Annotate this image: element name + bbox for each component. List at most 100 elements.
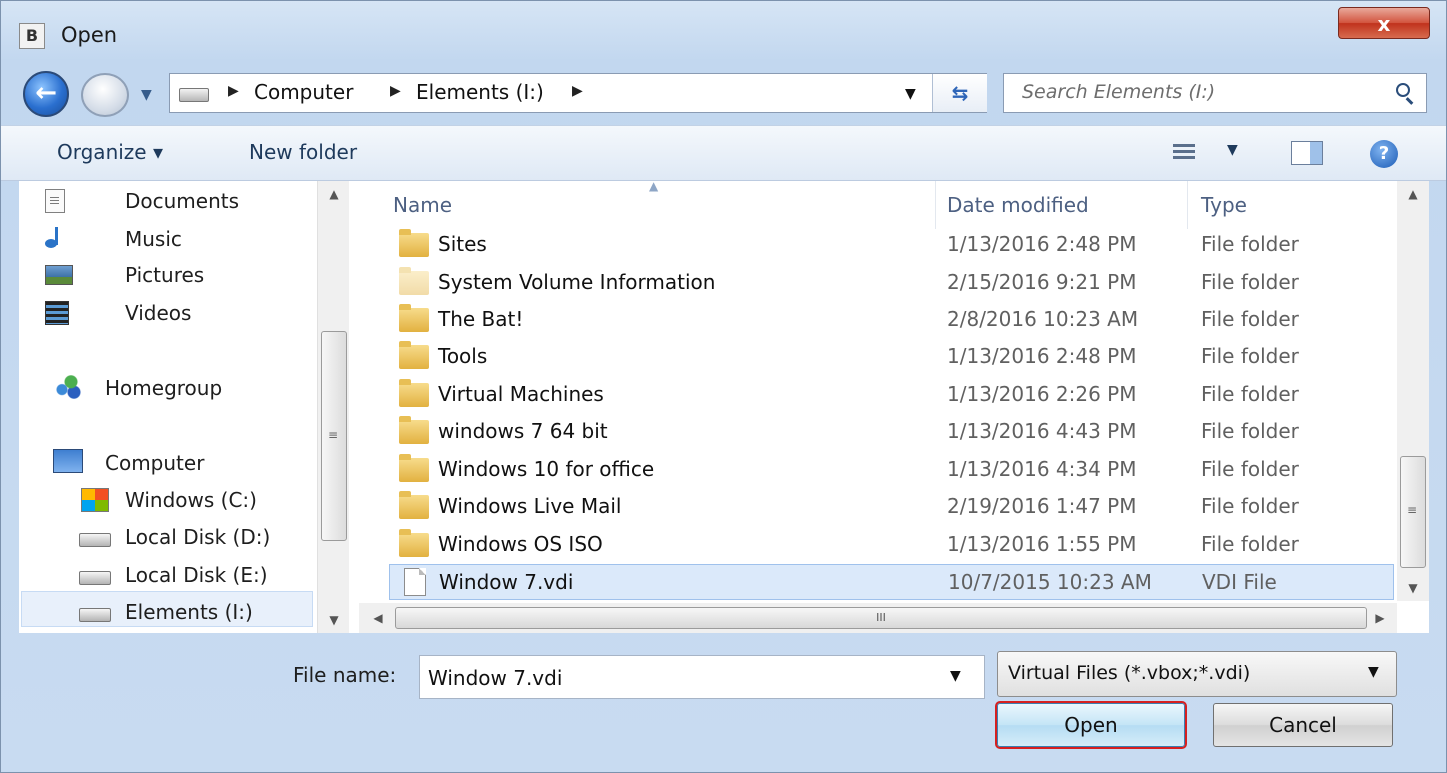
file-date: 2/8/2016 10:23 AM <box>947 307 1139 331</box>
file-name: Tools <box>438 344 488 368</box>
nav-scrollbar[interactable]: ▲ ≡ ▼ <box>317 181 350 633</box>
file-type-filter-value: Virtual Files (*.vbox;*.vdi) <box>1008 662 1251 684</box>
column-header-date[interactable]: Date modified <box>947 185 1089 225</box>
history-dropdown-icon[interactable]: ▼ <box>141 87 152 103</box>
file-row-windows-10-for-office[interactable]: Windows 10 for office 1/13/2016 4:34 PM … <box>389 452 1394 488</box>
file-list-vertical-scrollbar[interactable]: ▲ ≡ ▼ <box>1397 181 1429 601</box>
file-name: The Bat! <box>438 307 524 331</box>
file-name-combobox[interactable]: Window 7.vdi ▼ <box>419 655 985 699</box>
nav-item-documents[interactable]: Documents <box>45 189 239 213</box>
scroll-down-icon[interactable]: ▼ <box>318 607 350 633</box>
file-name: Virtual Machines <box>438 382 604 406</box>
file-row-windows-7-64-bit[interactable]: windows 7 64 bit 1/13/2016 4:43 PM File … <box>389 414 1394 450</box>
scroll-down-icon[interactable]: ▼ <box>1397 575 1429 601</box>
file-row-windows-live-mail[interactable]: Windows Live Mail 2/19/2016 1:47 PM File… <box>389 489 1394 525</box>
file-name-input[interactable]: Window 7.vdi <box>428 666 562 690</box>
scroll-up-icon[interactable]: ▲ <box>318 181 350 207</box>
file-list-horizontal-scrollbar[interactable]: ◀ III ▶ <box>359 603 1397 633</box>
file-name: Windows OS ISO <box>438 532 603 556</box>
file-type: File folder <box>1201 344 1299 368</box>
scroll-up-icon[interactable]: ▲ <box>1397 181 1429 207</box>
file-row-virtual-machines[interactable]: Virtual Machines 1/13/2016 2:26 PM File … <box>389 377 1394 413</box>
open-button[interactable]: Open <box>995 701 1187 749</box>
forward-button[interactable] <box>81 73 129 117</box>
nav-item-windows-c[interactable]: Windows (C:) <box>81 488 257 512</box>
file-name-label: File name: <box>293 663 397 687</box>
column-divider[interactable] <box>1187 181 1188 229</box>
chevron-right-icon[interactable]: ▶ <box>572 83 583 99</box>
filter-dropdown-icon[interactable]: ▼ <box>1368 664 1379 680</box>
dialog-footer: File name: Window 7.vdi ▼ Virtual Files … <box>1 633 1446 773</box>
column-header-type[interactable]: Type <box>1201 185 1247 225</box>
horizontal-scroll-thumb[interactable]: III <box>395 607 1367 629</box>
file-row-window-7-vdi[interactable]: Window 7.vdi 10/7/2015 10:23 AM VDI File <box>389 564 1394 600</box>
file-type-filter[interactable]: Virtual Files (*.vbox;*.vdi) ▼ <box>997 651 1397 697</box>
nav-item-local-disk-d[interactable]: Local Disk (D:) <box>79 525 271 549</box>
nav-item-label: Elements (I:) <box>125 600 253 624</box>
nav-item-label: Computer <box>105 451 205 475</box>
nav-item-label: Windows (C:) <box>125 488 257 512</box>
nav-item-computer[interactable]: Computer <box>53 449 205 475</box>
folder-icon <box>399 341 429 369</box>
scroll-right-icon[interactable]: ▶ <box>1367 603 1393 633</box>
folder-icon <box>399 304 429 332</box>
nav-item-local-disk-e[interactable]: Local Disk (E:) <box>79 563 268 587</box>
address-dropdown-icon[interactable]: ▼ <box>905 86 916 102</box>
file-name-dropdown-icon[interactable]: ▼ <box>950 668 961 684</box>
file-row-windows-os-iso[interactable]: Windows OS ISO 1/13/2016 1:55 PM File fo… <box>389 527 1394 563</box>
pictures-icon <box>45 265 73 285</box>
file-row-the-bat[interactable]: The Bat! 2/8/2016 10:23 AM File folder <box>389 302 1394 338</box>
nav-item-videos[interactable]: Videos <box>45 301 192 325</box>
search-icon[interactable] <box>1396 83 1410 97</box>
column-divider[interactable] <box>935 181 936 229</box>
nav-item-label: Local Disk (D:) <box>125 525 271 549</box>
nav-item-label: Videos <box>125 301 192 325</box>
views-dropdown-icon[interactable]: ▼ <box>1227 142 1238 158</box>
folder-icon <box>399 229 429 257</box>
chevron-right-icon[interactable]: ▶ <box>390 83 401 99</box>
close-button[interactable]: x <box>1338 7 1430 39</box>
views-icon[interactable] <box>1173 144 1195 162</box>
windows-drive-icon <box>81 488 109 512</box>
refresh-button[interactable]: ⇆ <box>932 74 987 112</box>
file-date: 10/7/2015 10:23 AM <box>948 570 1152 594</box>
file-list-scroll-thumb[interactable]: ≡ <box>1400 456 1426 568</box>
homegroup-icon <box>53 374 83 400</box>
cancel-button[interactable]: Cancel <box>1213 703 1393 747</box>
scroll-left-icon[interactable]: ◀ <box>365 603 391 633</box>
open-dialog: B Open x ← ▼ ▶ Computer ▶ Elements (I:) … <box>0 0 1447 773</box>
column-header-name[interactable]: Name <box>393 185 452 225</box>
file-date: 1/13/2016 4:34 PM <box>947 457 1137 481</box>
nav-item-pictures[interactable]: Pictures <box>45 263 204 287</box>
nav-item-elements-i[interactable]: Elements (I:) <box>79 600 253 624</box>
back-button[interactable]: ← <box>23 71 69 117</box>
videos-icon <box>45 301 69 325</box>
file-name: Windows Live Mail <box>438 494 622 518</box>
address-bar[interactable]: ▶ Computer ▶ Elements (I:) ▶ ▼ ⇆ <box>169 73 987 113</box>
file-row-sites[interactable]: Sites 1/13/2016 2:48 PM File folder <box>389 227 1394 263</box>
organize-button[interactable]: Organize ▾ <box>57 140 163 164</box>
file-type: File folder <box>1201 457 1299 481</box>
file-row-tools[interactable]: Tools 1/13/2016 2:48 PM File folder <box>389 339 1394 375</box>
nav-item-homegroup[interactable]: Homegroup <box>53 374 222 400</box>
chevron-right-icon[interactable]: ▶ <box>228 83 239 99</box>
documents-icon <box>45 189 65 213</box>
nav-scroll-thumb[interactable]: ≡ <box>321 331 347 541</box>
nav-item-label: Music <box>125 227 182 251</box>
new-folder-button[interactable]: New folder <box>249 140 357 164</box>
file-date: 2/15/2016 9:21 PM <box>947 270 1137 294</box>
file-row-system-volume-information[interactable]: System Volume Information 2/15/2016 9:21… <box>389 265 1394 301</box>
breadcrumb-computer[interactable]: Computer <box>254 80 353 104</box>
search-box[interactable]: Search Elements (I:) <box>1003 73 1427 113</box>
music-icon <box>45 227 67 249</box>
help-icon[interactable]: ? <box>1370 140 1398 168</box>
folder-icon <box>399 379 429 407</box>
file-type: VDI File <box>1202 570 1277 594</box>
nav-item-music[interactable]: Music <box>45 227 182 251</box>
preview-pane-icon[interactable] <box>1291 141 1323 165</box>
drive-icon <box>79 571 111 585</box>
file-date: 1/13/2016 1:55 PM <box>947 532 1137 556</box>
nav-item-label: Local Disk (E:) <box>125 563 268 587</box>
breadcrumb-elements[interactable]: Elements (I:) <box>416 80 544 104</box>
search-input[interactable]: Search Elements (I:) <box>1022 81 1215 103</box>
